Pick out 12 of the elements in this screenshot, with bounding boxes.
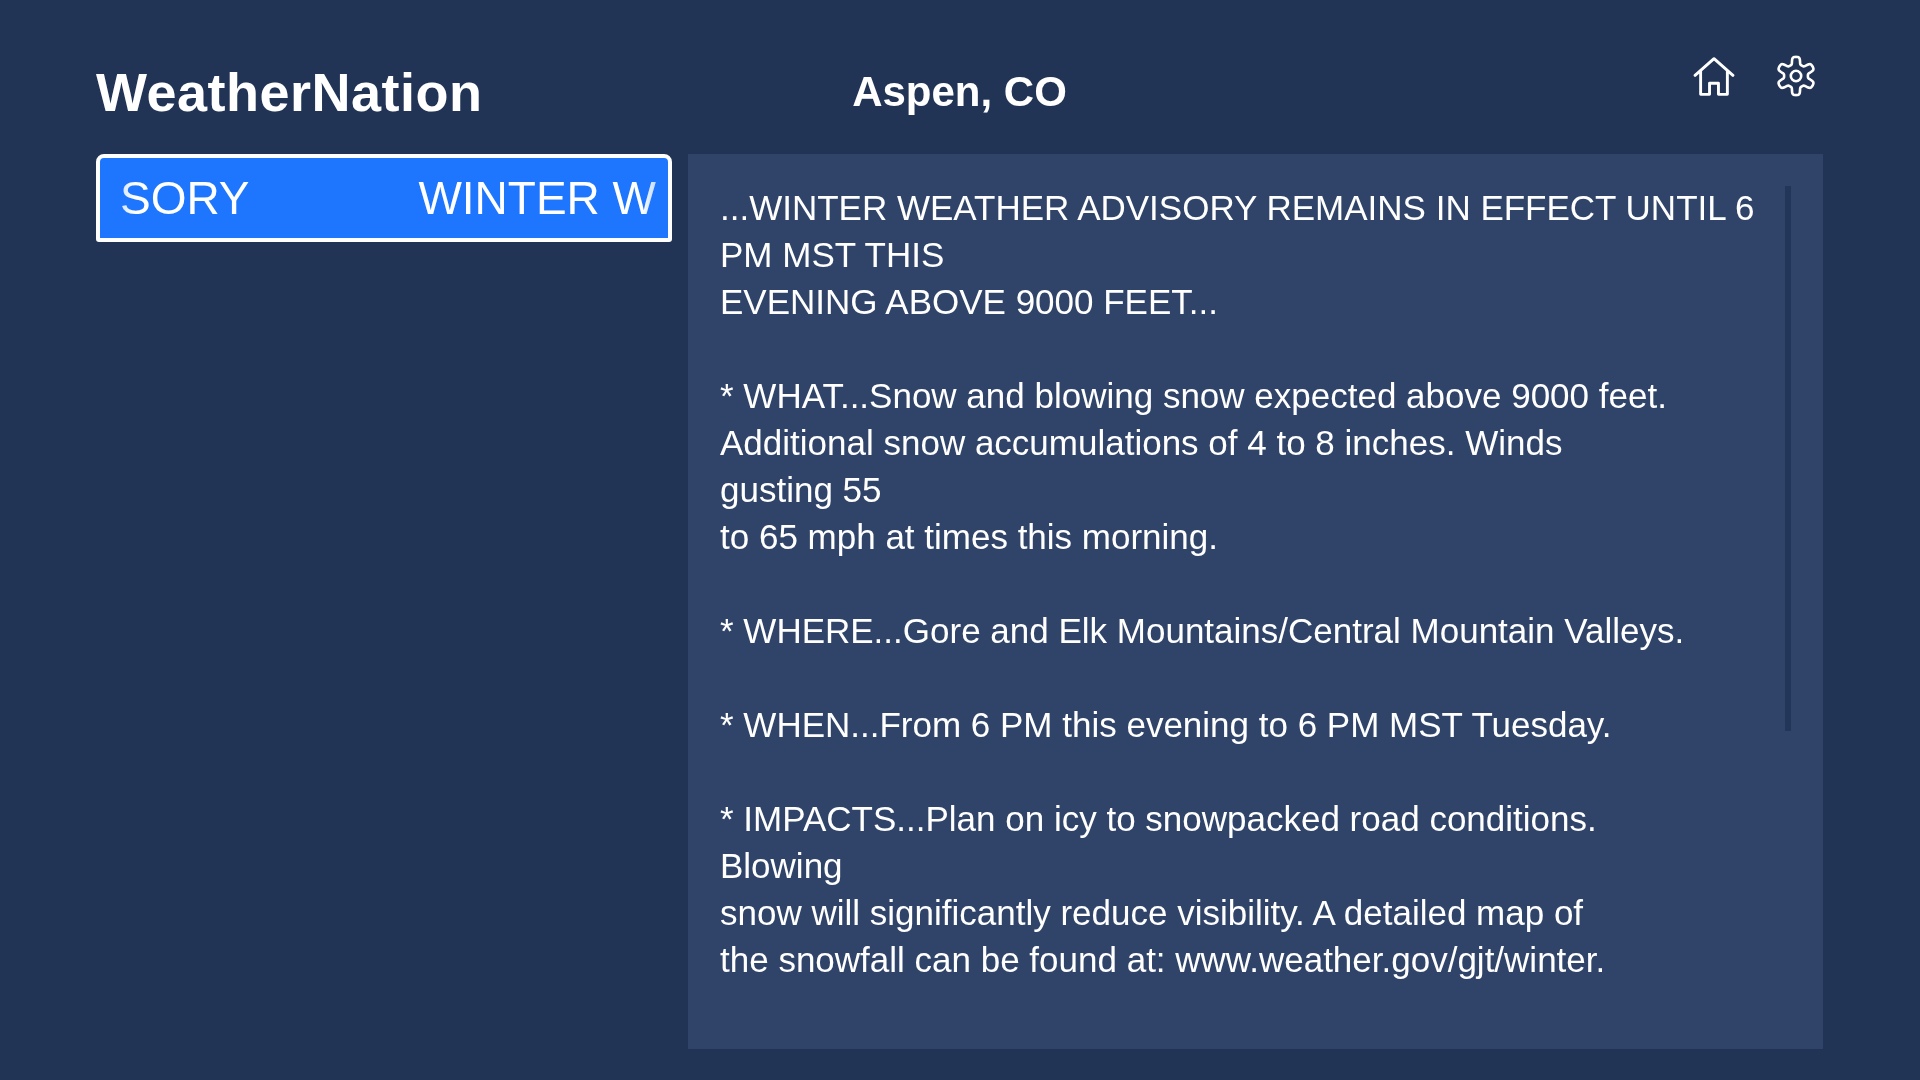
bulletin-paragraph: * WHAT...Snow and blowing snow expected above 9000 feet. Additional snow accumulations of 4 to 8 inches. Winds gusting 55 to 65 mph at times this morning. bbox=[720, 375, 1668, 558]
settings-icon[interactable] bbox=[1775, 55, 1817, 97]
brand-logo: WeatherNation bbox=[96, 65, 483, 119]
home-icon[interactable] bbox=[1693, 56, 1735, 96]
bulletin-paragraph: * IMPACTS...Plan on icy to snowpacked road conditions. Blowing snow will significantly reduce visibility. A detailed map of the snowfall can be found at: www.weather.gov/gjt/winter. bbox=[720, 798, 1607, 981]
alert-ticker-item[interactable]: SORY WINTER W bbox=[96, 154, 672, 242]
bulletin-paragraph: * WHEN...From 6 PM this evening to 6 PM MST Tuesday. bbox=[720, 704, 1613, 746]
location-title: Aspen, CO bbox=[852, 71, 1067, 113]
bulletin-paragraph: * WHERE...Gore and Elk Mountains/Central Mountain Valleys. bbox=[720, 610, 1686, 652]
ticker-text: SORY bbox=[120, 175, 250, 221]
bulletin-paragraph: ...WINTER WEATHER ADVISORY REMAINS IN EFFECT UNTIL 6 PM MST THIS EVENING ABOVE 9000 FEET... bbox=[720, 187, 1756, 323]
ticker-text: WINTER W bbox=[418, 175, 656, 221]
